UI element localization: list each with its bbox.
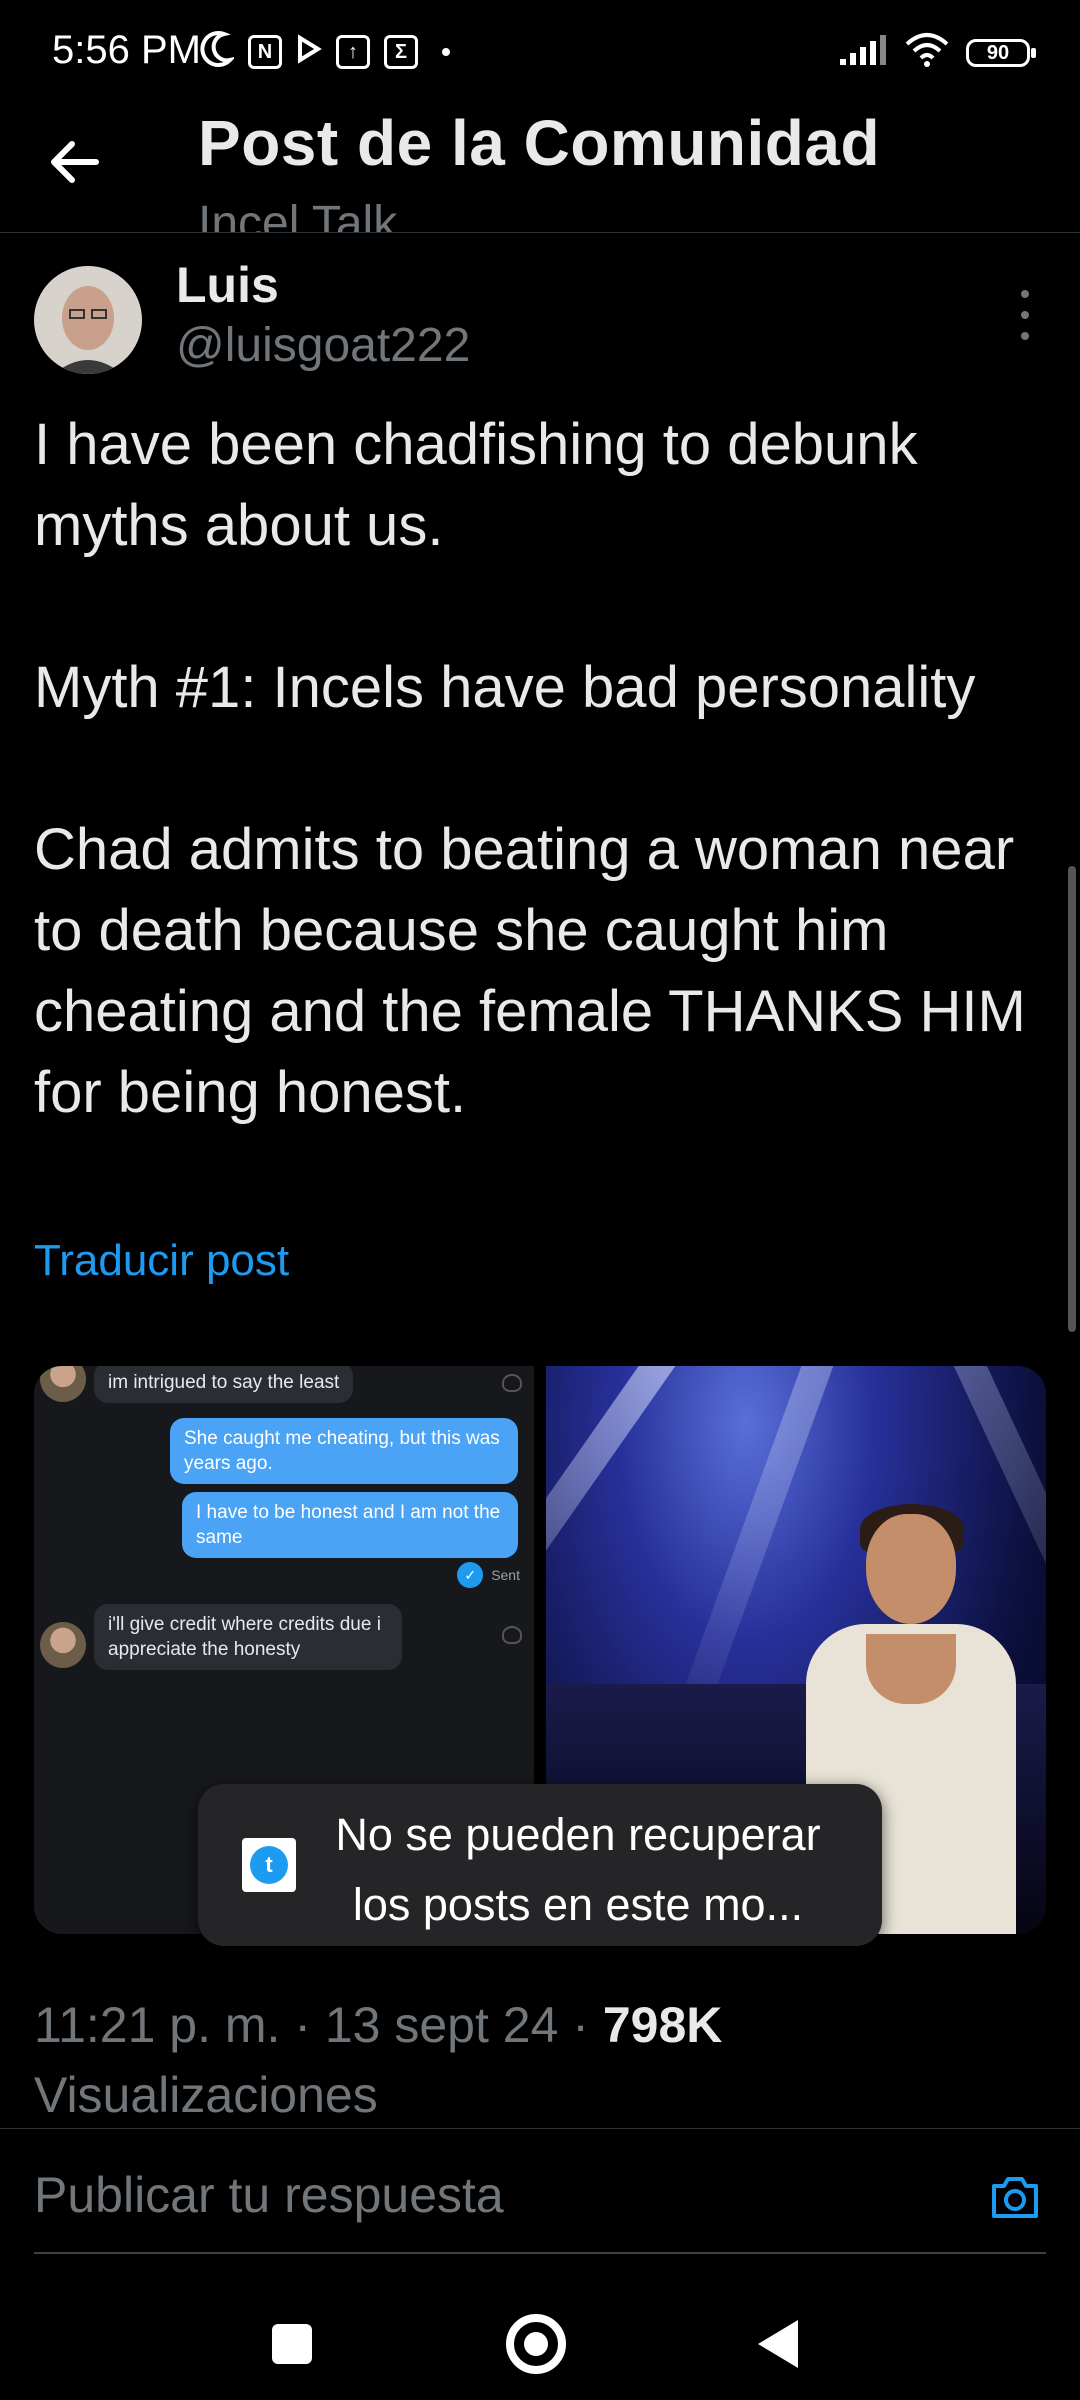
battery-indicator: 90: [966, 38, 1036, 67]
post-paragraph: Chad admits to beating a woman near to d…: [34, 817, 1026, 1125]
divider: [0, 2128, 1080, 2129]
chat-avatar: [40, 1622, 86, 1668]
status-bar: 5:56 PM N ↑ Σ 90: [0, 0, 1080, 100]
heart-icon: [502, 1374, 522, 1392]
signal-icon: [838, 33, 888, 72]
chat-message-outgoing: She caught me cheating, but this was yea…: [170, 1418, 518, 1484]
views-count[interactable]: 798K: [603, 1997, 723, 2053]
sigma-icon: Σ: [384, 34, 418, 69]
error-toast: t No se pueden recuperar los posts en es…: [198, 1784, 882, 1946]
toast-message: No se pueden recuperar los posts en este…: [335, 1809, 821, 1930]
more-notifications-dot: [442, 47, 450, 56]
status-notification-icons: N ↑ Σ: [200, 30, 450, 73]
post-metadata: 11:21 p. m. · 13 sept 24 · 798K Visualiz…: [34, 1990, 1044, 2130]
back-arrow-icon: [51, 141, 99, 183]
play-icon: [296, 34, 322, 69]
nav-back-button[interactable]: [758, 2320, 798, 2368]
recents-button[interactable]: [272, 2324, 312, 2364]
author-handle[interactable]: @luisgoat222: [176, 318, 470, 373]
author-name[interactable]: Luis: [176, 256, 279, 314]
camera-icon: [992, 2177, 1038, 2218]
author-avatar[interactable]: [34, 266, 142, 374]
post-paragraph: I have been chadfishing to debunk myths …: [34, 412, 918, 558]
page-title: Post de la Comunidad: [198, 107, 881, 179]
chat-avatar: [40, 1366, 86, 1402]
more-options-button[interactable]: [1010, 290, 1040, 340]
post-paragraph: Myth #1: Incels have bad personality: [34, 655, 976, 720]
more-vertical-icon: [1021, 290, 1029, 298]
community-name[interactable]: Incel Talk: [198, 196, 397, 232]
status-system-icons: 90: [838, 32, 1036, 73]
home-button[interactable]: [506, 2314, 566, 2374]
twitter-bird-icon: t: [242, 1838, 296, 1892]
reply-underline: [34, 2252, 1046, 2254]
heart-icon: [502, 1626, 522, 1644]
back-button[interactable]: [40, 126, 112, 198]
camera-button[interactable]: [988, 2170, 1042, 2224]
sent-indicator: ✓ Sent: [457, 1562, 520, 1588]
nfc-icon: N: [248, 34, 282, 69]
upload-icon: ↑: [336, 34, 370, 69]
wifi-icon: [904, 32, 950, 73]
page-header: Post de la Comunidad Incel Talk: [0, 100, 1080, 233]
moon-icon: [200, 30, 237, 73]
views-label[interactable]: Visualizaciones: [34, 2067, 378, 2123]
translate-post-link[interactable]: Traducir post: [34, 1236, 289, 1286]
scrollbar[interactable]: [1068, 866, 1076, 1332]
reply-input[interactable]: Publicar tu respuesta: [34, 2166, 504, 2224]
chat-message-incoming: i'll give credit where credits due i app…: [94, 1604, 402, 1670]
chat-message-outgoing: I have to be honest and I am not the sam…: [182, 1492, 518, 1558]
post-text: I have been chadfishing to debunk myths …: [34, 404, 1034, 1133]
chat-message-incoming: im intrigued to say the least: [94, 1366, 354, 1403]
sent-check-icon: ✓: [457, 1562, 484, 1588]
status-time: 5:56 PM: [52, 28, 201, 72]
system-nav-bar: [0, 2270, 1080, 2400]
post-timestamp[interactable]: 11:21 p. m. · 13 sept 24 ·: [34, 1997, 603, 2053]
